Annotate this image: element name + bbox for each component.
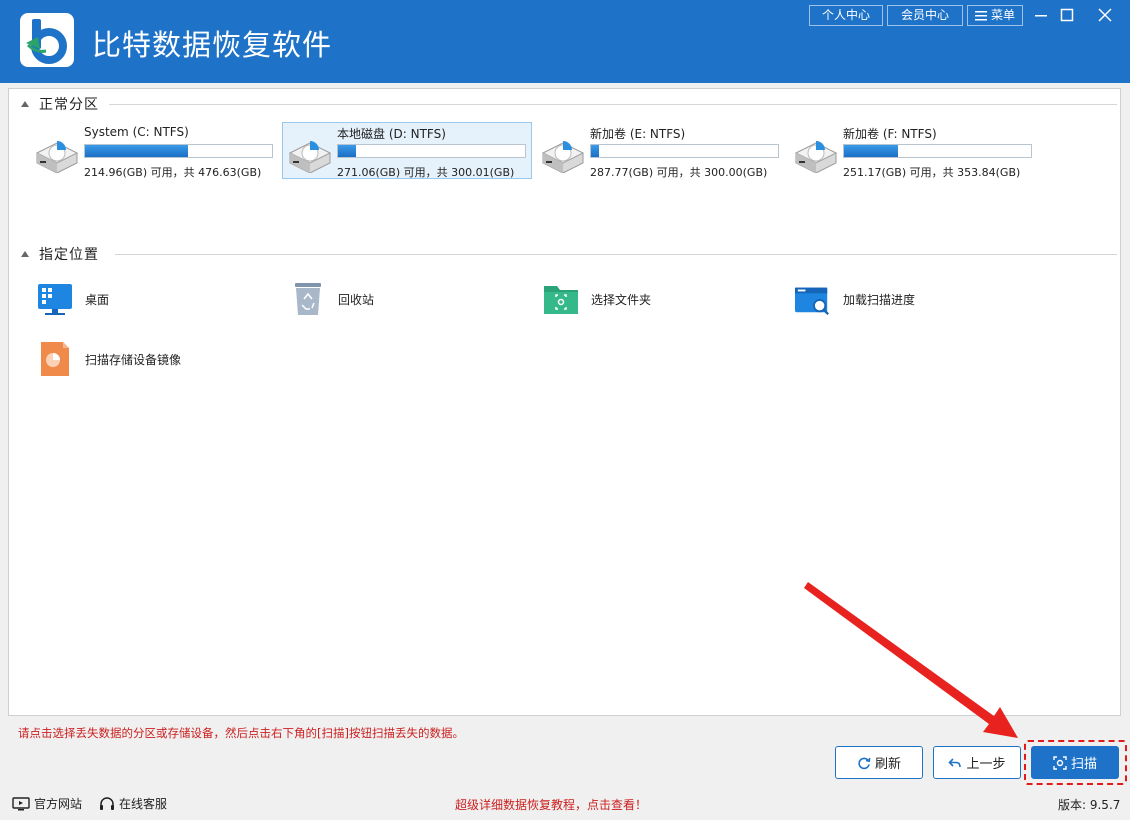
close-icon bbox=[1098, 8, 1112, 22]
online-support-link[interactable]: 在线客服 bbox=[99, 795, 167, 812]
online-support-label: 在线客服 bbox=[119, 797, 168, 811]
partitions-section-header[interactable]: 正常分区 bbox=[21, 94, 99, 114]
back-arrow-icon bbox=[948, 757, 962, 767]
drive-usage-bar bbox=[843, 144, 1032, 158]
minimize-button[interactable] bbox=[1029, 4, 1053, 26]
drive-f[interactable]: 新加卷 (F: NTFS) 251.17(GB) 可用，共 353.84(GB) bbox=[788, 122, 1038, 179]
collapse-icon bbox=[21, 101, 29, 107]
drive-usage-fill bbox=[85, 145, 188, 157]
partitions-section-title: 正常分区 bbox=[39, 97, 99, 113]
refresh-icon bbox=[858, 757, 871, 769]
hard-drive-icon bbox=[288, 141, 332, 173]
location-load-scan-progress[interactable]: 加载扫描进度 bbox=[795, 279, 1015, 319]
menu-icon bbox=[974, 10, 987, 20]
drive-capacity: 271.06(GB) 可用，共 300.01(GB) bbox=[337, 166, 515, 179]
drive-usage-fill bbox=[844, 145, 899, 157]
location-label: 桌面 bbox=[85, 293, 110, 307]
main-panel: 正常分区 System (C: NTFS) 214.96(GB) 可用，共 47… bbox=[8, 88, 1121, 716]
app-title: 比特数据恢复软件 bbox=[92, 28, 333, 62]
drive-d[interactable]: 本地磁盘 (D: NTFS) 271.06(GB) 可用，共 300.01(GB… bbox=[282, 122, 532, 179]
drive-usage-fill bbox=[591, 145, 599, 157]
section-divider bbox=[115, 254, 1117, 255]
personal-center-button[interactable]: 个人中心 bbox=[809, 5, 883, 26]
location-label: 选择文件夹 bbox=[591, 293, 652, 307]
location-select-folder[interactable]: 选择文件夹 bbox=[543, 279, 763, 319]
drive-usage-bar bbox=[590, 144, 779, 158]
drive-name: 本地磁盘 (D: NTFS) bbox=[337, 127, 446, 141]
location-desktop[interactable]: 桌面 bbox=[37, 279, 257, 319]
official-website-link[interactable]: 官方网站 bbox=[12, 795, 82, 812]
location-label: 扫描存储设备镜像 bbox=[85, 353, 182, 367]
refresh-button[interactable]: 刷新 bbox=[835, 746, 923, 779]
locations-section-header[interactable]: 指定位置 bbox=[21, 244, 99, 264]
location-label: 加载扫描进度 bbox=[843, 293, 916, 307]
instruction-hint: 请点击选择丢失数据的分区或存储设备，然后点击右下角的[扫描]按钮扫描丢失的数据。 bbox=[18, 726, 464, 740]
folder-icon bbox=[544, 286, 578, 314]
scan-highlight-box bbox=[1024, 740, 1127, 785]
version-label: 版本: 9.5.7 bbox=[1058, 798, 1121, 812]
tutorial-promo-link[interactable]: 超级详细数据恢复教程，点击查看！ bbox=[455, 796, 647, 813]
hard-drive-icon bbox=[35, 141, 79, 173]
drive-name: 新加卷 (F: NTFS) bbox=[843, 127, 937, 141]
close-button[interactable] bbox=[1093, 4, 1117, 26]
drive-name: System (C: NTFS) bbox=[84, 125, 189, 139]
drive-usage-bar bbox=[337, 144, 526, 158]
maximize-icon bbox=[1060, 8, 1074, 22]
drive-c[interactable]: System (C: NTFS) 214.96(GB) 可用，共 476.63(… bbox=[29, 122, 279, 179]
collapse-icon bbox=[21, 251, 29, 257]
drive-capacity: 251.17(GB) 可用，共 353.84(GB) bbox=[843, 166, 1021, 179]
drive-name: 新加卷 (E: NTFS) bbox=[590, 127, 686, 141]
desktop-icon bbox=[38, 284, 72, 315]
section-divider bbox=[109, 104, 1117, 105]
drive-capacity: 214.96(GB) 可用，共 476.63(GB) bbox=[84, 166, 262, 179]
location-recycle-bin[interactable]: 回收站 bbox=[290, 279, 510, 319]
back-button[interactable]: 上一步 bbox=[933, 746, 1021, 779]
drive-usage-bar bbox=[84, 144, 273, 158]
menu-label: 菜单 bbox=[990, 8, 1015, 22]
recycle-bin-icon bbox=[295, 283, 321, 315]
drive-capacity: 287.77(GB) 可用，共 300.00(GB) bbox=[590, 166, 768, 179]
locations-section-title: 指定位置 bbox=[39, 247, 99, 263]
member-center-button[interactable]: 会员中心 bbox=[887, 5, 963, 26]
headset-icon bbox=[100, 796, 114, 810]
minimize-icon bbox=[1035, 15, 1047, 17]
maximize-button[interactable] bbox=[1055, 4, 1079, 26]
official-website-label: 官方网站 bbox=[34, 797, 83, 811]
back-label: 上一步 bbox=[966, 757, 1006, 772]
drive-usage-fill bbox=[338, 145, 356, 157]
title-bar: 比特数据恢复软件 个人中心 会员中心 菜单 bbox=[0, 0, 1130, 83]
hard-drive-icon bbox=[794, 141, 838, 173]
monitor-icon bbox=[12, 796, 30, 810]
location-scan-disk-image[interactable]: 扫描存储设备镜像 bbox=[37, 339, 257, 379]
app-logo bbox=[20, 13, 74, 67]
drive-e[interactable]: 新加卷 (E: NTFS) 287.77(GB) 可用，共 300.00(GB) bbox=[535, 122, 785, 179]
menu-button[interactable]: 菜单 bbox=[967, 5, 1023, 26]
hard-drive-icon bbox=[541, 141, 585, 173]
load-progress-icon bbox=[795, 287, 829, 315]
location-label: 回收站 bbox=[338, 293, 375, 307]
refresh-label: 刷新 bbox=[874, 757, 901, 772]
disk-image-icon bbox=[41, 342, 69, 376]
